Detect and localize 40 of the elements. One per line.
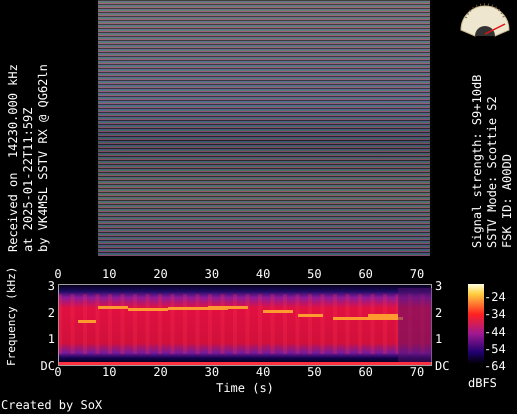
x-tick-label: 60	[357, 366, 374, 380]
x-axis-label: Time (s)	[216, 380, 274, 396]
footer-credit: Created by SoX	[0, 398, 102, 412]
x-tick-label: 70	[408, 366, 426, 380]
colorbar-tick-label: -64	[484, 359, 506, 373]
x-tick-label: 50	[306, 366, 323, 380]
y-tick-label: 3	[435, 280, 442, 292]
y-tick-label: 1	[48, 333, 55, 346]
y-tick-label: 2	[48, 306, 55, 319]
colorbar-tick-label: -24	[484, 290, 506, 304]
y-tick-label: 3	[48, 280, 55, 292]
y-tick-label: DC	[40, 360, 55, 372]
x-tick-label: 30	[204, 268, 220, 283]
x-tick-label: 0	[54, 366, 63, 380]
x-tick-label: 30	[204, 366, 220, 380]
reception-info-line: Received on 14230.000 kHz	[6, 63, 21, 252]
colorbar-tick-label: -44	[484, 324, 506, 338]
colorbar-label: dBFS	[467, 375, 498, 392]
signal-info-line: Signal strength: S9+10dB	[470, 74, 485, 248]
y-tick-label: DC	[435, 360, 450, 372]
y-tick-label: 2	[435, 306, 442, 319]
y-tick-label: 1	[435, 333, 442, 346]
x-tick-label: 60	[357, 268, 374, 283]
reception-info-line: at 2025-01-22T11:59Z	[21, 106, 36, 252]
x-tick-label: 40	[254, 268, 272, 283]
x-tick-label: 70	[408, 268, 426, 283]
x-tick-label: 10	[101, 268, 118, 283]
y-axis-label: Frequency (kHz)	[4, 270, 18, 366]
colorbar-tick-label: -34	[484, 307, 506, 322]
x-tick-label: 40	[254, 366, 272, 380]
reception-info-line: by VK4MSL SSTV RX @ QG62ln	[36, 63, 51, 252]
signal-info-line: FSK ID: A00DD	[500, 153, 515, 248]
x-tick-label: 0	[54, 268, 63, 283]
signal-info-line: SSTV Mode: Scottie S2	[485, 95, 500, 248]
x-tick-label: 10	[101, 366, 118, 380]
x-tick-label: 50	[306, 268, 323, 283]
x-tick-label: 20	[152, 366, 169, 380]
s-meter-icon	[459, 0, 511, 38]
colorbar-tick-label: -54	[484, 342, 506, 356]
x-tick-label: 20	[152, 268, 169, 283]
